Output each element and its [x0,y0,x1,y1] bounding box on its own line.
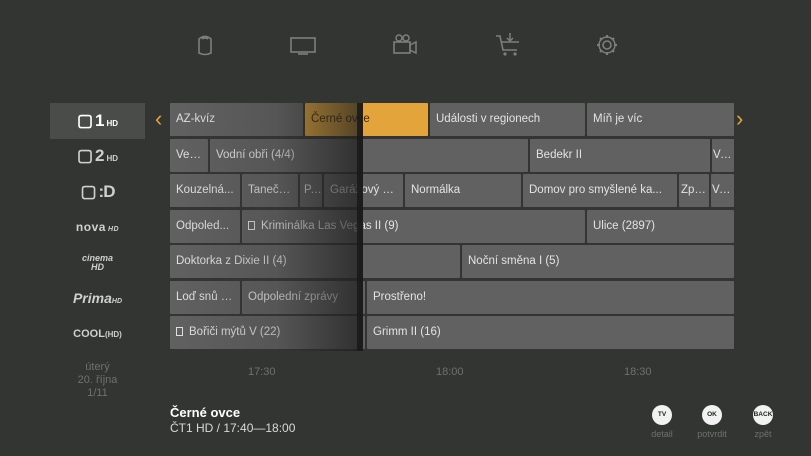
channel-ct1hd[interactable]: ▢ 1 HD [50,103,145,139]
hint-label: potvrdit [697,429,727,439]
nova-logo: nova HD [75,220,120,235]
program-cell[interactable]: Prostřeno! [367,280,734,314]
program-cell[interactable]: Bedekr II [530,138,710,172]
channel-ct2hd[interactable]: ▢ 2 HD [50,139,145,175]
program-cell[interactable]: Tanečn... [242,174,298,207]
program-cell[interactable]: Domov pro smyšlené ka... [523,174,677,207]
ok-key-icon: OK [702,405,722,425]
recording-icon [176,327,183,336]
program-cell[interactable]: Ulice (2897) [587,209,734,243]
channel-prima-cool[interactable]: COOL(HD) [50,316,145,352]
program-cell[interactable]: Vodní obři (4/4) [210,138,528,172]
program-cell[interactable]: Garážový k... [324,174,403,207]
nova-cinema-logo: cinema HD [81,252,114,272]
selected-program-title: Černé ovce [170,405,241,420]
date-counter: 1/11 [87,387,108,399]
program-cell[interactable]: Míň je víc [587,103,734,136]
ct-logo: ▢ 2 HD [76,146,119,166]
program-cell[interactable]: AZ-kvíz [170,103,303,136]
prima-logo: PrimaHD [72,290,123,307]
epg-grid: AZ-kvíz Černé ovce Události v regionech … [170,103,734,351]
program-cell[interactable]: Doktorka z Dixie II (4) [170,245,460,278]
program-cell[interactable]: Odpolední zprávy [242,280,365,314]
tv-key-icon: TV [652,405,672,425]
date-day: 20. října [77,374,118,386]
timeline-label: 17:30 [248,366,276,378]
prima-cool-logo: COOL(HD) [73,327,122,340]
selected-program-details: ČT1 HD / 17:40—18:00 [170,421,296,435]
channel-nova-cinema[interactable]: cinema HD [50,245,145,281]
program-cell[interactable]: Grimm II (16) [367,316,734,349]
top-navigation [180,30,640,60]
program-cell[interactable]: Noční směna I (5) [462,245,734,278]
hint-label: detail [651,429,673,439]
date-weekday: úterý [85,361,110,373]
hint-back[interactable]: BACK zpět [743,405,783,439]
hint-detail[interactable]: TV detail [642,405,682,439]
gear-icon[interactable] [592,30,622,60]
program-cell[interactable]: Kriminálka Las Vegas II (9) [242,209,585,243]
program-cell[interactable]: Loď snů (... [170,280,240,314]
program-cell[interactable]: Ve... [712,138,734,172]
date-display: úterý 20. října 1/11 [50,361,145,400]
program-cell[interactable]: Bořiči mýtů V (22) [170,316,365,349]
channel-list: ▢ 1 HD ▢ 2 HD ▢:D nova HD cinema HD PrimaHD CO… [50,103,145,352]
timeline-label: 18:30 [624,366,652,378]
back-key-icon: BACK [753,405,773,425]
ct-logo: ▢ 1 HD [76,110,119,130]
shopping-cart-icon[interactable] [493,30,523,60]
ct-logo: ▢:D [80,181,115,201]
channel-ctd[interactable]: ▢:D [50,174,145,210]
channel-prima[interactable]: PrimaHD [50,281,145,317]
scroll-right-arrow-icon[interactable]: › [736,108,743,130]
current-time-indicator [357,103,363,351]
program-cell[interactable]: Zpr... [679,174,709,207]
hint-confirm[interactable]: OK potvrdit [692,405,732,439]
program-cell[interactable]: Odpoled... [170,209,240,243]
program-cell[interactable]: Ve... [711,174,734,207]
program-cell[interactable]: Kouzelná... [170,174,240,207]
home-icon[interactable] [190,30,220,60]
program-cell[interactable]: Události v regionech [430,103,585,136]
channel-nova[interactable]: nova HD [50,210,145,246]
timeline-label: 18:00 [436,366,464,378]
program-cell[interactable]: Normálka [405,174,521,207]
recording-icon [248,220,255,230]
scroll-left-arrow-icon[interactable]: ‹ [155,108,162,130]
hint-label: zpět [754,429,772,439]
program-cell[interactable]: P... [300,174,322,207]
program-cell-selected[interactable]: Černé ovce [305,103,428,136]
program-cell[interactable]: Vesmír [170,138,208,172]
tv-icon[interactable] [288,30,318,60]
video-camera-icon[interactable] [390,30,420,60]
